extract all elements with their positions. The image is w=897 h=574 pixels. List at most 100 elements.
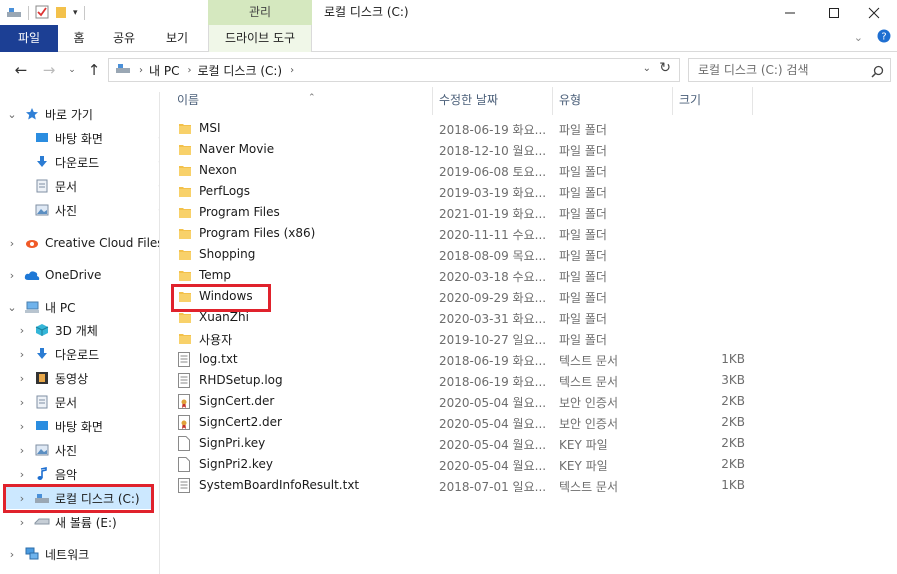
close-button[interactable] <box>851 0 897 25</box>
file-type: KEY 파일 <box>559 459 608 473</box>
table-row[interactable]: SignPri2.key 2020-05-04 월요... KEY 파일 2KB <box>171 454 751 475</box>
column-header-type[interactable]: 유형 <box>553 87 673 115</box>
breadcrumb-this-pc[interactable]: 내 PC <box>149 62 179 79</box>
new-folder-icon[interactable] <box>55 5 67 22</box>
tab-drive-tools[interactable]: 드라이브 도구 <box>208 25 312 52</box>
file-name: SignPri2.key <box>199 457 273 471</box>
file-type: 파일 폴더 <box>559 144 607 158</box>
table-row[interactable]: SystemBoardInfoResult.txt 2018-07-01 일요..… <box>171 475 751 496</box>
up-button[interactable]: ↑ <box>84 60 104 80</box>
ribbon-tab-bar: 파일 홈 공유 보기 드라이브 도구 ⌄ ? <box>0 25 897 52</box>
chevron-right-icon[interactable]: › <box>6 548 18 561</box>
refresh-icon[interactable]: ↻ <box>659 60 671 76</box>
file-type: 보안 인증서 <box>559 417 619 431</box>
file-size: 2KB <box>721 394 745 408</box>
table-row[interactable]: RHDSetup.log 2018-06-19 화요... 텍스트 문서 3KB <box>171 370 751 391</box>
chevron-right-icon[interactable]: › <box>16 444 28 457</box>
network-icon <box>24 546 40 562</box>
table-row[interactable]: Shopping 2018-08-09 목요... 파일 폴더 <box>171 244 751 265</box>
search-placeholder: 로컬 디스크 (C:) 검색 <box>698 63 809 77</box>
file-date: 2018-07-01 일요... <box>439 480 547 494</box>
chevron-right-icon[interactable]: › <box>16 516 28 529</box>
nav-network[interactable]: › 네트워크 <box>6 543 89 565</box>
breadcrumb-separator-icon[interactable]: › <box>187 65 191 76</box>
search-input[interactable]: 로컬 디스크 (C:) 검색 <box>688 58 891 82</box>
table-row[interactable]: Program Files (x86) 2020-11-11 수요... 파일 폴더 <box>171 223 751 244</box>
nav-music[interactable]: › 음악 <box>16 463 77 485</box>
nav-pc-desktop[interactable]: › 바탕 화면 <box>16 415 103 437</box>
help-icon[interactable]: ? <box>877 29 891 46</box>
pin-icon[interactable] <box>158 132 159 146</box>
nav-onedrive[interactable]: › OneDrive <box>6 264 102 286</box>
table-row[interactable]: MSI 2018-06-19 화요... 파일 폴더 <box>171 118 751 139</box>
table-row[interactable]: SignPri.key 2020-05-04 월요... KEY 파일 2KB <box>171 433 751 454</box>
table-row[interactable]: Nexon 2019-06-08 토요... 파일 폴더 <box>171 160 751 181</box>
expand-ribbon-icon[interactable]: ⌄ <box>854 31 863 44</box>
table-row[interactable]: SignCert2.der 2020-05-04 월요... 보안 인증서 2KB <box>171 412 751 433</box>
minimize-button[interactable] <box>767 0 813 25</box>
chevron-right-icon[interactable]: › <box>16 396 28 409</box>
table-row[interactable]: log.txt 2018-06-19 화요... 텍스트 문서 1KB <box>171 349 751 370</box>
file-date: 2019-10-27 일요... <box>439 333 547 347</box>
nav-this-pc[interactable]: ⌄ 내 PC <box>6 296 75 318</box>
breadcrumb-local-disk[interactable]: 로컬 디스크 (C:) <box>197 62 282 79</box>
table-row[interactable]: 사용자 2019-10-27 일요... 파일 폴더 <box>171 328 751 349</box>
chevron-down-icon[interactable]: ⌄ <box>6 301 18 314</box>
pin-icon[interactable] <box>158 204 159 218</box>
table-row[interactable]: SignCert.der 2020-05-04 월요... 보안 인증서 2KB <box>171 391 751 412</box>
chevron-right-icon[interactable]: › <box>16 348 28 361</box>
column-header-size[interactable]: 크기 <box>673 87 753 115</box>
nav-label: 다운로드 <box>55 347 100 362</box>
breadcrumb-separator-icon[interactable]: › <box>139 65 143 76</box>
chevron-down-icon[interactable]: ⌄ <box>6 108 18 121</box>
column-header-date[interactable]: 수정한 날짜 <box>433 87 553 115</box>
properties-icon[interactable] <box>35 5 49 22</box>
chevron-right-icon[interactable]: › <box>6 237 18 250</box>
pin-icon[interactable] <box>158 180 159 194</box>
nav-creative-cloud[interactable]: › Creative Cloud Files <box>6 232 159 254</box>
file-name: RHDSetup.log <box>199 373 283 387</box>
recent-locations-button[interactable]: ⌄ <box>62 60 82 80</box>
folder-icon <box>178 205 192 220</box>
chevron-right-icon[interactable]: › <box>6 269 18 282</box>
breadcrumb-separator-icon[interactable]: › <box>290 65 294 76</box>
chevron-right-icon[interactable]: › <box>16 468 28 481</box>
back-button[interactable]: ← <box>11 60 31 80</box>
nav-desktop[interactable]: 바탕 화면 <box>16 127 159 149</box>
nav-label: 새 볼륨 (E:) <box>55 515 117 530</box>
address-bar[interactable]: › 내 PC › 로컬 디스크 (C:) › ⌄ ↻ <box>108 58 680 82</box>
nav-videos[interactable]: › 동영상 <box>16 367 88 389</box>
column-header-name[interactable]: ⌃ 이름 <box>171 87 433 115</box>
pin-icon[interactable] <box>158 156 159 170</box>
chevron-right-icon[interactable]: › <box>16 420 28 433</box>
nav-pc-downloads[interactable]: › 다운로드 <box>16 343 99 365</box>
table-row[interactable]: PerfLogs 2019-03-19 화요... 파일 폴더 <box>171 181 751 202</box>
drive-icon[interactable] <box>6 5 22 22</box>
nav-label: 동영상 <box>55 371 89 386</box>
chevron-right-icon[interactable]: › <box>16 324 28 337</box>
drive-icon <box>34 514 50 530</box>
nav-downloads[interactable]: 다운로드 <box>16 151 159 173</box>
nav-volume-e[interactable]: › 새 볼륨 (E:) <box>16 511 117 533</box>
nav-pc-pictures[interactable]: › 사진 <box>16 439 77 461</box>
tab-view[interactable]: 보기 <box>158 25 196 52</box>
tab-home[interactable]: 홈 <box>62 25 96 52</box>
customize-toolbar-icon[interactable]: ▾ <box>73 8 78 18</box>
nav-quick-access[interactable]: ⌄ 바로 가기 <box>6 103 93 125</box>
nav-documents[interactable]: 문서 <box>16 175 159 197</box>
table-row[interactable]: Program Files 2021-01-19 화요... 파일 폴더 <box>171 202 751 223</box>
tab-share[interactable]: 공유 <box>106 25 142 52</box>
file-name: Program Files (x86) <box>199 226 316 240</box>
address-dropdown-icon[interactable]: ⌄ <box>643 63 651 74</box>
chevron-right-icon[interactable]: › <box>16 372 28 385</box>
nav-3d-objects[interactable]: › 3D 개체 <box>16 319 98 341</box>
file-icon <box>178 436 192 451</box>
nav-pictures[interactable]: 사진 <box>16 199 159 221</box>
table-row[interactable]: Naver Movie 2018-12-10 월요... 파일 폴더 <box>171 139 751 160</box>
nav-pc-documents[interactable]: › 문서 <box>16 391 77 413</box>
tab-file[interactable]: 파일 <box>0 25 58 52</box>
table-row[interactable]: Temp 2020-03-18 수요... 파일 폴더 <box>171 265 751 286</box>
forward-button[interactable]: → <box>39 60 59 80</box>
nav-label: 음악 <box>55 467 78 482</box>
document-icon <box>34 178 50 194</box>
